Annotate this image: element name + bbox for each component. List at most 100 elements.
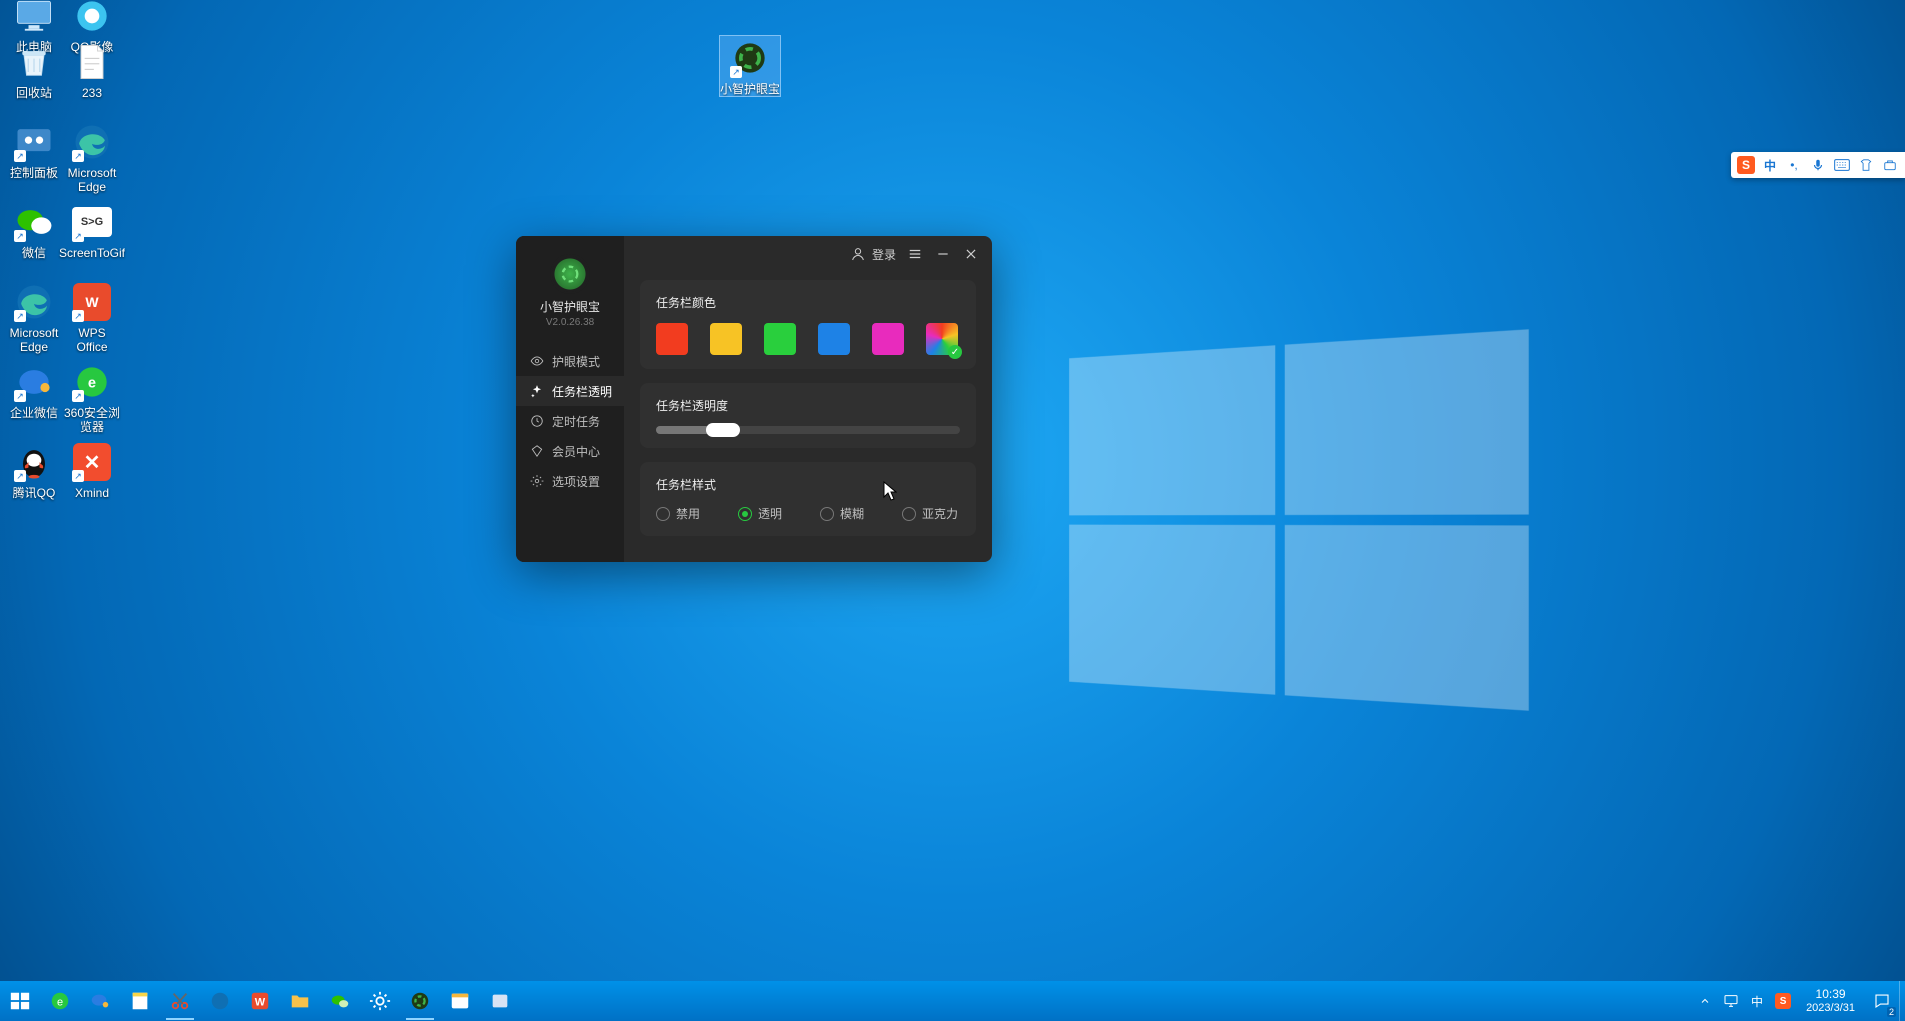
app-sidebar: 小智护眼宝 V2.0.26.38 护眼模式 任务栏透明 定时任务 会员中心 选项… [516,236,624,562]
ime-punct-icon[interactable]: •, [1785,156,1803,174]
icon-label: 小智护眼宝 [720,82,780,96]
ime-sogou-icon[interactable]: S [1737,156,1755,174]
action-center[interactable]: 2 [1865,981,1899,1021]
shortcut-arrow-icon: ↗ [72,150,84,162]
minimize-button[interactable] [934,245,952,263]
start-button[interactable] [0,981,40,1021]
color-swatch[interactable] [872,323,904,355]
radio-dot-icon [820,507,834,521]
desktop-icon-wechat[interactable]: ↗ 微信 [4,200,64,260]
color-swatch[interactable] [656,323,688,355]
taskbar-wechat[interactable] [320,981,360,1021]
taskbar-edge[interactable] [200,981,240,1021]
close-button[interactable] [962,245,980,263]
chevron-up-icon [1699,995,1711,1007]
nav-label: 定时任务 [552,413,600,430]
taskbar-wps[interactable]: W [240,981,280,1021]
menu-button[interactable] [906,245,924,263]
sparkle-icon [530,384,544,398]
icon-label: 回收站 [16,86,52,100]
ime-toolbar[interactable]: S 中 •, [1731,152,1905,178]
ime-skin-icon[interactable] [1857,156,1875,174]
icon-label: 微信 [22,246,46,260]
slider-thumb[interactable] [706,423,740,437]
taskbar-right: 中 S 10:39 2023/3/31 2 [1692,981,1905,1021]
ime-lang[interactable]: 中 [1761,156,1779,174]
color-swatch[interactable] [818,323,850,355]
ime-voice-icon[interactable] [1809,156,1827,174]
ime-keyboard-icon[interactable] [1833,156,1851,174]
icon-label: WPS Office [62,326,122,354]
color-swatch[interactable] [764,323,796,355]
shortcut-arrow-icon: ↗ [14,390,26,402]
taskbar-left: e W [0,981,520,1021]
icon-label: 腾讯QQ [13,486,56,500]
style-radio[interactable]: 模糊 [820,505,864,522]
login-button[interactable]: 登录 [850,246,896,263]
desktop-icon-screentogif[interactable]: S>G↗ ScreenToGif [62,200,122,260]
desktop-icon-wps[interactable]: W↗ WPS Office [62,280,122,354]
svg-text:e: e [88,376,96,392]
folder-icon [289,990,311,1012]
clock-time: 10:39 [1806,987,1855,1001]
desktop-icon-control-panel[interactable]: ↗ 控制面板 [4,120,64,180]
panel-taskbar-opacity: 任务栏透明度 [640,383,976,448]
color-swatches: ✓ [656,323,960,355]
desktop-icon-recycle-bin[interactable]: 回收站 [4,40,64,100]
shortcut-arrow-icon: ↗ [72,230,84,242]
nav-settings[interactable]: 选项设置 [516,466,624,496]
browser-icon: e [49,990,71,1012]
gear-icon [369,990,391,1012]
nav-eye-mode[interactable]: 护眼模式 [516,346,624,376]
color-swatch[interactable] [710,323,742,355]
taskbar-360-browser[interactable]: e [40,981,80,1021]
eyecare-icon [409,990,431,1012]
wps-icon: W [249,990,271,1012]
taskbar-snipping[interactable] [160,981,200,1021]
desktop-icon-edge[interactable]: ↗ Microsoft Edge [62,120,122,194]
scissors-icon [169,990,191,1012]
desktop-icon-360-browser[interactable]: e↗ 360安全浏览器 [62,360,122,434]
taskbar-app-2[interactable] [480,981,520,1021]
radio-label: 亚克力 [922,505,958,522]
nav-vip[interactable]: 会员中心 [516,436,624,466]
login-label: 登录 [872,246,896,263]
taskbar-clock[interactable]: 10:39 2023/3/31 [1796,987,1865,1015]
show-desktop-button[interactable] [1899,981,1905,1021]
desktop-icon-qiye-wechat[interactable]: ↗ 企业微信 [4,360,64,420]
tray-chevron-up[interactable] [1692,981,1718,1021]
taskbar-qiye-wechat[interactable] [80,981,120,1021]
tray-ime-lang[interactable]: 中 [1744,981,1770,1021]
taskbar-explorer[interactable] [280,981,320,1021]
app-main: 登录 任务栏颜色 ✓ 任务栏透明度 任务 [624,236,992,562]
desktop-icon-edge-2[interactable]: ↗ Microsoft Edge [4,280,64,354]
ime-toolbox-icon[interactable] [1881,156,1899,174]
taskbar-eyecare[interactable] [400,981,440,1021]
tray-monitor[interactable] [1718,981,1744,1021]
radio-label: 透明 [758,505,782,522]
color-swatch[interactable]: ✓ [926,323,958,355]
desktop-icon-233[interactable]: 233 [62,40,122,100]
style-radio[interactable]: 亚克力 [902,505,958,522]
nav-timer[interactable]: 定时任务 [516,406,624,436]
nav-taskbar-transparent[interactable]: 任务栏透明 [516,376,624,406]
tray-sogou[interactable]: S [1770,981,1796,1021]
taskbar-app-1[interactable] [440,981,480,1021]
shortcut-arrow-icon: ↗ [72,470,84,482]
svg-text:e: e [57,997,63,1009]
desktop-icon-eyecare[interactable]: ↗ 小智护眼宝 [720,36,780,96]
qiye-icon [89,990,111,1012]
shortcut-arrow-icon: ↗ [72,310,84,322]
shortcut-arrow-icon: ↗ [14,230,26,242]
style-radio[interactable]: 透明 [738,505,782,522]
taskbar: e W [0,981,1905,1021]
check-icon: ✓ [948,345,962,359]
style-radio[interactable]: 禁用 [656,505,700,522]
svg-text:W: W [255,997,266,1009]
desktop-icon-xmind[interactable]: ✕↗ Xmind [62,440,122,500]
taskbar-screentogif[interactable] [120,981,160,1021]
icon-label: Microsoft Edge [62,166,122,194]
desktop-icon-qq[interactable]: ↗ 腾讯QQ [4,440,64,500]
taskbar-settings[interactable] [360,981,400,1021]
opacity-slider[interactable] [656,426,960,434]
